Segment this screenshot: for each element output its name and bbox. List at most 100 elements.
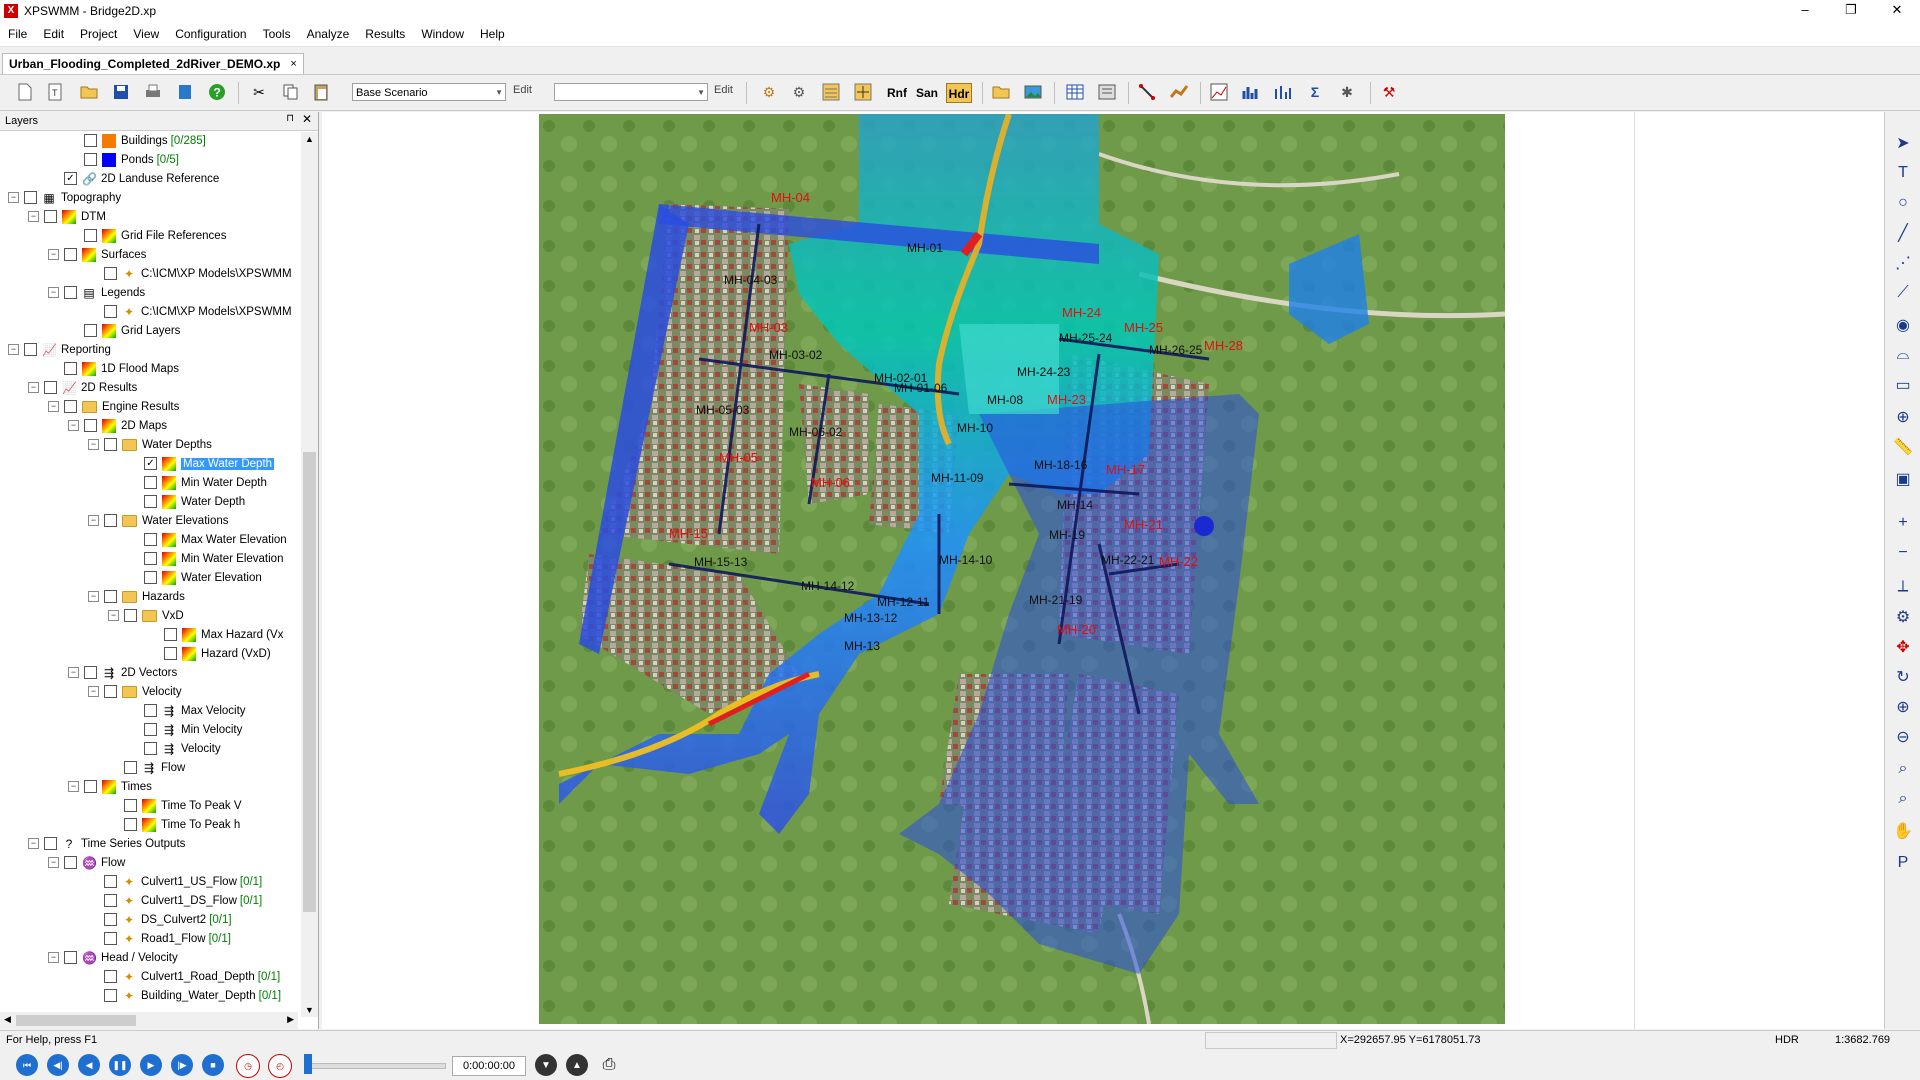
layer-tree-row[interactable]: − ♒ Flow (48, 853, 125, 872)
layer-visibility-checkbox[interactable] (104, 875, 117, 888)
menu-help[interactable]: Help (472, 27, 513, 41)
properties-button[interactable] (1096, 81, 1118, 103)
layer-visibility-checkbox[interactable] (164, 647, 177, 660)
layer-visibility-checkbox[interactable]: ✓ (64, 172, 77, 185)
collapse-toggle-icon[interactable]: − (48, 287, 59, 298)
time-slider-thumb[interactable] (304, 1054, 312, 1074)
layer-visibility-checkbox[interactable] (84, 134, 97, 147)
san-mode-button[interactable]: San (914, 83, 940, 103)
record-button[interactable]: ◷ (236, 1054, 260, 1078)
collapse-toggle-icon[interactable]: − (28, 211, 39, 222)
target-tool-icon[interactable]: ⊕ (1892, 406, 1914, 428)
layer-tree-row[interactable]: − Water Elevations (88, 511, 229, 530)
collapse-toggle-icon[interactable]: − (48, 249, 59, 260)
wizard-button[interactable]: ⚒ (1378, 81, 1400, 103)
layer-tree-row[interactable]: − Velocity (88, 682, 182, 701)
minus-tool-icon[interactable]: − (1892, 542, 1914, 564)
zoom-in-tool-icon[interactable]: ⊕ (1892, 696, 1914, 718)
layer-tree-row[interactable]: Max Hazard (Vx (148, 625, 283, 644)
layer-visibility-checkbox[interactable] (84, 780, 97, 793)
open-button[interactable] (78, 81, 100, 103)
layer-tree-row[interactable]: ✦ DS_Culvert2 [0/1] (88, 910, 232, 929)
layer-visibility-checkbox[interactable] (84, 153, 97, 166)
collapse-toggle-icon[interactable]: − (88, 686, 99, 697)
first-frame-button[interactable]: ⏮ (16, 1054, 38, 1076)
page-tool-icon[interactable]: ▭ (1892, 374, 1914, 396)
layer-tree-row[interactable]: ✦ Road1_Flow [0/1] (88, 929, 231, 948)
close-panel-icon[interactable]: ✕ (302, 112, 312, 126)
layer-visibility-checkbox[interactable] (84, 229, 97, 242)
layer-visibility-checkbox[interactable] (144, 723, 157, 736)
play-button[interactable]: ▶ (140, 1054, 162, 1076)
scroll-thumb[interactable] (303, 452, 316, 912)
layer-tree-row[interactable]: − VxD (108, 606, 184, 625)
speed-up-button[interactable]: ▲ (566, 1054, 588, 1076)
layers-horizontal-scrollbar[interactable]: ◀ ▶ (0, 1012, 298, 1029)
menu-file[interactable]: File (0, 27, 35, 41)
layer-tree-row[interactable]: Water Elevation (128, 568, 262, 587)
tools-button[interactable]: ✱ (1336, 81, 1358, 103)
layer-tree-row[interactable]: 1D Flood Maps (48, 359, 179, 378)
line-tool-icon[interactable]: ╱ (1892, 222, 1914, 244)
layers-toggle-button[interactable] (820, 81, 842, 103)
layer-tree-row[interactable]: − ⇶ 2D Vectors (68, 663, 177, 682)
layer-visibility-checkbox[interactable] (104, 590, 117, 603)
secondary-select[interactable]: ▼ (554, 83, 708, 101)
collapse-toggle-icon[interactable]: − (88, 439, 99, 450)
collapse-toggle-icon[interactable]: − (88, 591, 99, 602)
layer-visibility-checkbox[interactable] (84, 419, 97, 432)
menu-window[interactable]: Window (413, 27, 472, 41)
collapse-toggle-icon[interactable]: − (68, 420, 79, 431)
layer-tree-row[interactable]: − DTM (28, 207, 106, 226)
text-tool-icon[interactable]: T (1892, 162, 1914, 184)
shape-tool-icon[interactable]: ⌓ (1892, 344, 1914, 366)
collapse-toggle-icon[interactable]: − (68, 667, 79, 678)
layer-visibility-checkbox[interactable] (104, 932, 117, 945)
gear-run-button[interactable]: ⚙ (788, 81, 810, 103)
layer-visibility-checkbox[interactable]: ✓ (144, 457, 157, 470)
collapse-toggle-icon[interactable]: − (108, 610, 119, 621)
layer-visibility-checkbox[interactable] (44, 210, 57, 223)
export-animation-button[interactable]: ⎙ (598, 1054, 620, 1076)
menu-results[interactable]: Results (357, 27, 413, 41)
gear-tool-icon[interactable]: ⚙ (1892, 606, 1914, 628)
layer-visibility-checkbox[interactable] (104, 913, 117, 926)
layer-tree-row[interactable]: Water Depth (128, 492, 245, 511)
layer-tree-row[interactable]: Max Water Elevation (128, 530, 287, 549)
help-button[interactable]: ? (206, 81, 228, 103)
layer-visibility-checkbox[interactable] (124, 609, 137, 622)
collapse-toggle-icon[interactable]: − (48, 952, 59, 963)
layer-tree-row[interactable]: − ▤ Legends (48, 283, 145, 302)
scroll-left-icon[interactable]: ◀ (4, 1014, 11, 1025)
layer-visibility-checkbox[interactable] (104, 267, 117, 280)
layer-tree-row[interactable]: − ▦ Topography (8, 188, 121, 207)
rnf-mode-button[interactable]: Rnf (884, 83, 910, 103)
plus-tool-icon[interactable]: + (1892, 512, 1914, 534)
zoom-out-tool-icon[interactable]: ⊖ (1892, 726, 1914, 748)
layer-tree-row[interactable]: − ♒ Head / Velocity (48, 948, 178, 967)
layers-vertical-scrollbar[interactable]: ▲ ▼ (301, 132, 318, 1017)
image-button[interactable] (1022, 81, 1044, 103)
layer-tree-row[interactable]: ✦ C:\ICM\XP Models\XPSWMM (88, 264, 292, 283)
scenario-select[interactable]: Base Scenario ▼ (352, 83, 506, 101)
layer-visibility-checkbox[interactable] (144, 704, 157, 717)
collapse-toggle-icon[interactable]: − (48, 401, 59, 412)
layer-tree-row[interactable]: −? Time Series Outputs (28, 834, 185, 853)
layer-visibility-checkbox[interactable] (164, 628, 177, 641)
cut-button[interactable]: ✂ (248, 81, 270, 103)
menu-view[interactable]: View (125, 27, 167, 41)
link-line-tool-icon[interactable]: ⟋ (1892, 282, 1914, 304)
layer-visibility-checkbox[interactable] (44, 837, 57, 850)
pan-tool-icon[interactable]: ✋ (1892, 820, 1914, 842)
manhole-node[interactable] (1194, 516, 1214, 536)
paste-button[interactable] (310, 81, 332, 103)
table-button[interactable] (1064, 81, 1086, 103)
layer-visibility-checkbox[interactable] (104, 970, 117, 983)
scroll-down-icon[interactable]: ▼ (305, 1005, 314, 1015)
layer-tree-row[interactable]: ⇶ Min Velocity (128, 720, 242, 739)
collapse-toggle-icon[interactable]: − (88, 515, 99, 526)
new-text-button[interactable]: T (44, 81, 66, 103)
layer-visibility-checkbox[interactable] (64, 400, 77, 413)
layer-tree-row[interactable]: Min Water Elevation (128, 549, 283, 568)
layer-visibility-checkbox[interactable] (104, 894, 117, 907)
